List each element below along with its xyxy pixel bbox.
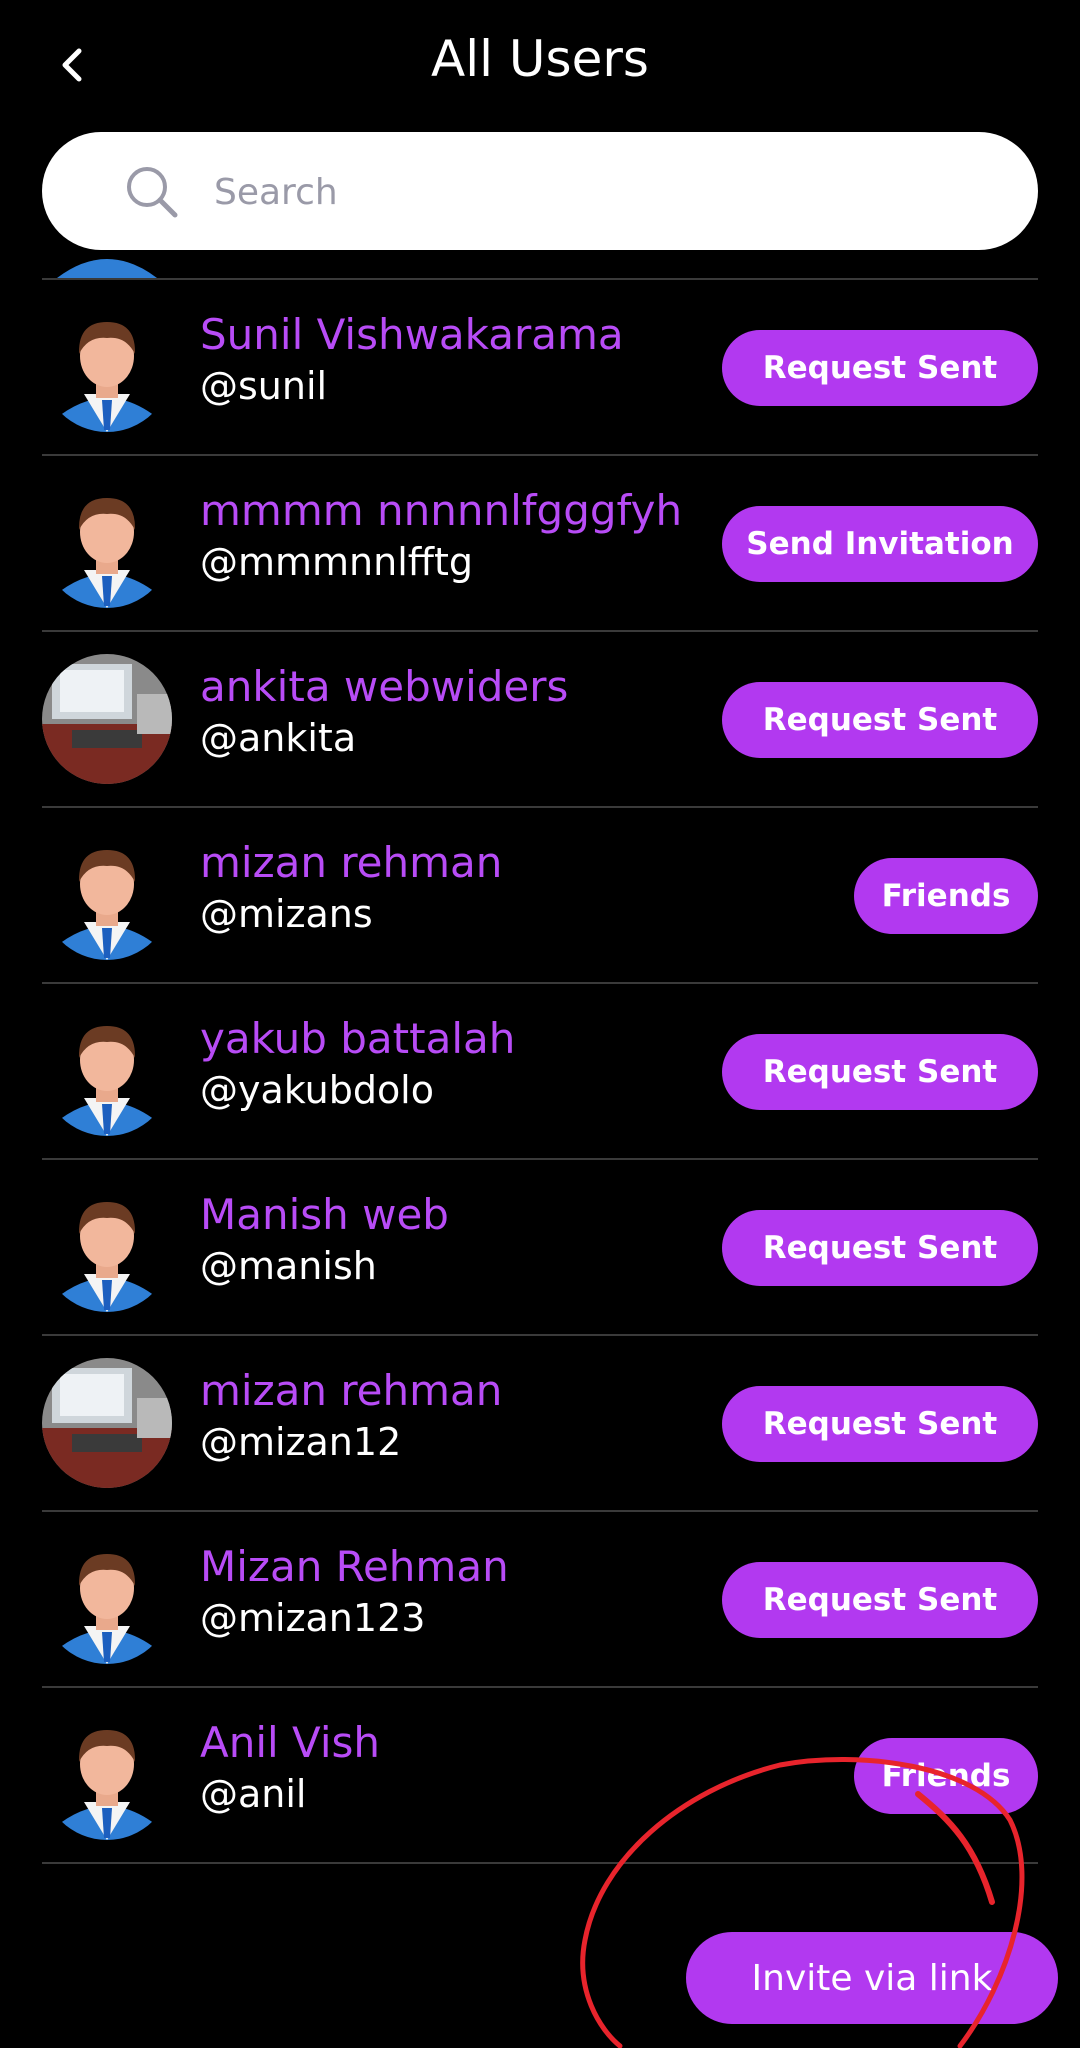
user-row[interactable]: yakub battalah @yakubdolo Request Sent — [42, 984, 1038, 1158]
app-header: All Users — [0, 0, 1080, 132]
user-handle: @mmmnnlfftg — [200, 540, 473, 584]
user-row[interactable]: Mizan Rehman @mizan123 Request Sent — [42, 1512, 1038, 1686]
user-name: Manish web — [200, 1190, 449, 1239]
user-name: mizan rehman — [200, 1366, 503, 1415]
avatar — [42, 1006, 172, 1136]
avatar — [42, 830, 172, 960]
send-invitation-button[interactable]: Send Invitation — [722, 506, 1038, 582]
divider — [42, 1862, 1038, 1864]
scrolled-row-fragment — [42, 250, 1038, 280]
user-name: Sunil Vishwakarama — [200, 310, 624, 359]
user-handle: @anil — [200, 1772, 307, 1816]
user-name: Anil Vish — [200, 1718, 381, 1767]
avatar — [42, 654, 172, 784]
user-name: ankita webwiders — [200, 662, 569, 711]
avatar-fragment-icon — [57, 259, 157, 278]
avatar — [42, 1182, 172, 1312]
request-sent-button[interactable]: Request Sent — [722, 1034, 1038, 1110]
user-handle: @yakubdolo — [200, 1068, 434, 1112]
avatar — [42, 1358, 172, 1488]
avatar — [42, 302, 172, 432]
friends-button[interactable]: Friends — [854, 858, 1038, 934]
user-handle: @mizan12 — [200, 1420, 402, 1464]
search-input[interactable] — [212, 132, 996, 252]
request-sent-button[interactable]: Request Sent — [722, 1386, 1038, 1462]
avatar — [42, 1710, 172, 1840]
invite-via-link-button[interactable]: Invite via link — [686, 1932, 1058, 2024]
request-sent-button[interactable]: Request Sent — [722, 682, 1038, 758]
user-name: mmmm nnnnnlfgggfyh — [200, 486, 683, 535]
user-name: mizan rehman — [200, 838, 503, 887]
user-list: Sunil Vishwakarama @sunil Request Sent mmmm… — [42, 278, 1038, 1864]
avatar — [42, 478, 172, 608]
user-name: yakub battalah — [200, 1014, 516, 1063]
user-row[interactable]: ankita webwiders @ankita Request Sent — [42, 632, 1038, 806]
request-sent-button[interactable]: Request Sent — [722, 1210, 1038, 1286]
user-handle: @sunil — [200, 364, 328, 408]
user-handle: @ankita — [200, 716, 357, 760]
request-sent-button[interactable]: Request Sent — [722, 330, 1038, 406]
page-title: All Users — [431, 30, 649, 88]
request-sent-button[interactable]: Request Sent — [722, 1562, 1038, 1638]
user-row[interactable]: Anil Vish @anil Friends — [42, 1688, 1038, 1862]
user-row[interactable]: mmmm nnnnnlfgggfyh @mmmnnlfftg Send Invita… — [42, 456, 1038, 630]
user-handle: @manish — [200, 1244, 377, 1288]
search-icon — [127, 167, 178, 218]
user-handle: @mizans — [200, 892, 373, 936]
user-row[interactable]: Sunil Vishwakarama @sunil Request Sent — [42, 280, 1038, 454]
user-name: Mizan Rehman — [200, 1542, 509, 1591]
search-bar[interactable] — [42, 132, 1038, 252]
user-row[interactable]: Manish web @manish Request Sent — [42, 1160, 1038, 1334]
friends-button[interactable]: Friends — [854, 1738, 1038, 1814]
user-handle: @mizan123 — [200, 1596, 426, 1640]
user-row[interactable]: mizan rehman @mizan12 Request Sent — [42, 1336, 1038, 1510]
user-row[interactable]: mizan rehman @mizans Friends — [42, 808, 1038, 982]
avatar — [42, 1534, 172, 1664]
